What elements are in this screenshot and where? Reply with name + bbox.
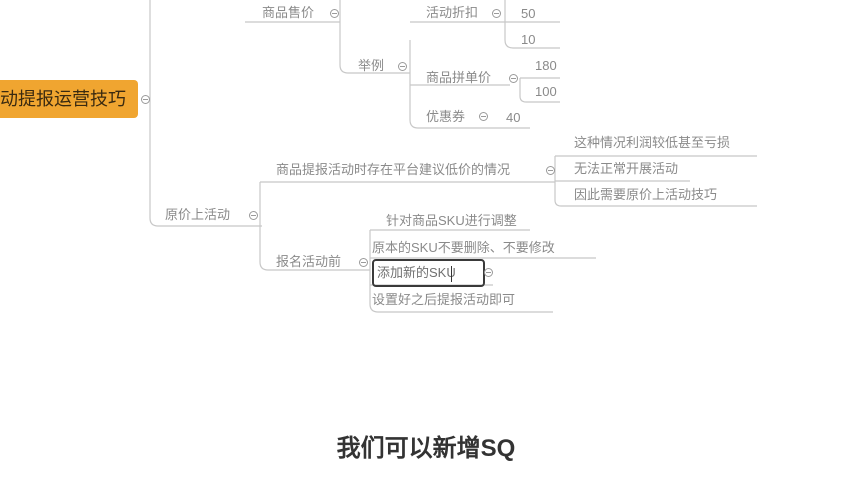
signup-item-1[interactable]: 针对商品SKU进行调整 [386, 213, 517, 229]
low-price-item-2[interactable]: 无法正常开展活动 [574, 161, 678, 177]
low-price-item-3[interactable]: 因此需要原价上活动技巧 [574, 187, 717, 203]
node-group-price[interactable]: 商品拼单价 [426, 70, 491, 86]
collapse-icon[interactable] [484, 268, 493, 277]
discount-value-1[interactable]: 50 [521, 6, 535, 22]
signup-item-4[interactable]: 设置好之后提报活动即可 [372, 292, 515, 308]
node-discount[interactable]: 活动折扣 [426, 5, 478, 21]
coupon-value[interactable]: 40 [506, 110, 520, 126]
node-original-price[interactable]: 原价上活动 [165, 207, 230, 223]
node-price[interactable]: 商品售价 [262, 5, 314, 21]
group-price-value-2[interactable]: 100 [535, 84, 557, 100]
root-node[interactable]: 动提报运营技巧 [0, 80, 138, 118]
signup-item-2[interactable]: 原本的SKU不要删除、不要修改 [372, 240, 555, 256]
collapse-icon[interactable] [141, 95, 150, 104]
node-coupon[interactable]: 优惠券 [426, 109, 465, 125]
low-price-item-1[interactable]: 这种情况利润较低甚至亏损 [574, 135, 730, 151]
video-subtitle: 我们可以新增SQ [336, 435, 516, 462]
collapse-icon[interactable] [479, 112, 488, 121]
discount-value-2[interactable]: 10 [521, 32, 535, 48]
node-before-signup[interactable]: 报名活动前 [276, 254, 341, 270]
collapse-icon[interactable] [398, 62, 407, 71]
collapse-icon[interactable] [509, 74, 518, 83]
signup-item-3[interactable]: 添加新的SKU [377, 265, 456, 281]
root-label: 动提报运营技巧 [0, 89, 126, 109]
group-price-value-1[interactable]: 180 [535, 58, 557, 74]
collapse-icon[interactable] [330, 9, 339, 18]
text-cursor [451, 266, 452, 282]
collapse-icon[interactable] [492, 9, 501, 18]
node-low-price[interactable]: 商品提报活动时存在平台建议低价的情况 [276, 162, 510, 178]
node-example[interactable]: 举例 [358, 58, 384, 74]
collapse-icon[interactable] [249, 211, 258, 220]
collapse-icon[interactable] [546, 166, 555, 175]
collapse-icon[interactable] [359, 258, 368, 267]
